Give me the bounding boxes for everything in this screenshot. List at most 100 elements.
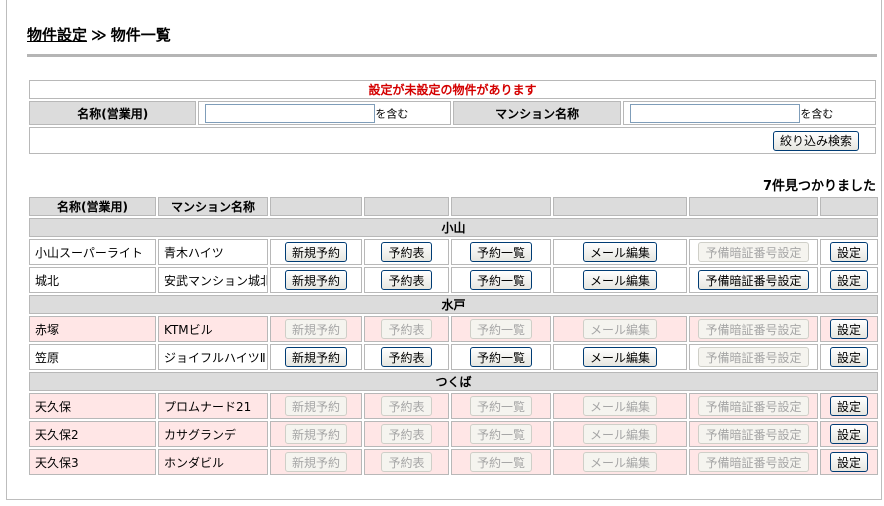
reservation-list-cell: 予約一覧 <box>451 239 551 265</box>
reservation-schedule-button: 予約表 <box>381 452 432 472</box>
table-row: 小山スーパーライト 青木ハイツ 新規予約 予約表 予約一覧 メール編集 予備暗証番号設定 設定 <box>29 239 878 265</box>
reservation-list-button[interactable]: 予約一覧 <box>469 347 532 367</box>
backup-pin-settings-cell: 予備暗証番号設定 <box>689 393 818 419</box>
reservation-schedule-cell: 予約表 <box>364 239 449 265</box>
filter-search-button[interactable]: 絞り込み検索 <box>772 130 859 151</box>
column-header-blank <box>820 197 878 216</box>
table-row: 赤塚 KTMビル 新規予約 予約表 予約一覧 メール編集 予備暗証番号設定 設定 <box>29 316 878 342</box>
backup-pin-settings-cell: 予備暗証番号設定 <box>689 344 818 370</box>
new-reservation-cell: 新規予約 <box>270 449 362 475</box>
settings-button[interactable]: 設定 <box>829 270 868 290</box>
reservation-schedule-cell: 予約表 <box>364 421 449 447</box>
new-reservation-cell: 新規予約 <box>270 267 362 293</box>
new-reservation-button[interactable]: 新規予約 <box>284 242 347 262</box>
settings-cell: 設定 <box>820 316 878 342</box>
reservation-list-button[interactable]: 予約一覧 <box>469 270 532 290</box>
settings-cell: 設定 <box>820 239 878 265</box>
mail-edit-button: メール編集 <box>582 319 657 339</box>
new-reservation-button: 新規予約 <box>284 396 347 416</box>
backup-pin-settings-cell: 予備暗証番号設定 <box>689 421 818 447</box>
breadcrumb: 物件設定 ≫ 物件一覧 <box>27 24 877 45</box>
mail-edit-cell: メール編集 <box>553 267 687 293</box>
mail-edit-button[interactable]: メール編集 <box>582 270 657 290</box>
mail-edit-button[interactable]: メール編集 <box>582 242 657 262</box>
new-reservation-cell: 新規予約 <box>270 421 362 447</box>
filter-name-label: 名称(営業用) <box>29 101 197 125</box>
filter-mansion-input[interactable] <box>630 103 801 123</box>
backup-pin-settings-cell: 予備暗証番号設定 <box>689 449 818 475</box>
table-row: 天久保 プロムナード21 新規予約 予約表 予約一覧 メール編集 予備暗証番号設定 設定 <box>29 393 878 419</box>
settings-cell: 設定 <box>820 421 878 447</box>
column-header-blank <box>270 197 362 216</box>
reservation-list-cell: 予約一覧 <box>451 316 551 342</box>
settings-button[interactable]: 設定 <box>829 242 868 262</box>
mail-edit-cell: メール編集 <box>553 344 687 370</box>
new-reservation-cell: 新規予約 <box>270 344 362 370</box>
settings-button[interactable]: 設定 <box>829 319 868 339</box>
mansion-name: カサグランデ <box>158 421 268 447</box>
page-title: 物件一覧 <box>110 26 171 44</box>
reservation-list-cell: 予約一覧 <box>451 449 551 475</box>
new-reservation-button[interactable]: 新規予約 <box>284 270 347 290</box>
backup-pin-settings-cell: 予備暗証番号設定 <box>689 239 818 265</box>
table-row: 天久保2 カサグランデ 新規予約 予約表 予約一覧 メール編集 予備暗証番号設定 設定 <box>29 421 878 447</box>
mail-edit-cell: メール編集 <box>553 449 687 475</box>
settings-button[interactable]: 設定 <box>829 396 868 416</box>
reservation-list-cell: 予約一覧 <box>451 421 551 447</box>
mail-edit-button: メール編集 <box>582 396 657 416</box>
page-header: 物件設定 ≫ 物件一覧 <box>27 24 877 57</box>
column-header-blank <box>553 197 687 216</box>
reservation-schedule-cell: 予約表 <box>364 267 449 293</box>
result-count: 7件見つかりました <box>762 179 876 194</box>
settings-button[interactable]: 設定 <box>829 452 868 472</box>
group-row: つくば <box>29 372 878 391</box>
backup-pin-settings-button: 予備暗証番号設定 <box>698 347 809 367</box>
reservation-list-button: 予約一覧 <box>469 319 532 339</box>
column-header-blank <box>689 197 818 216</box>
breadcrumb-separator: ≫ <box>91 26 107 44</box>
filter-name-cell: を含む <box>198 101 451 125</box>
breadcrumb-link-property-settings[interactable]: 物件設定 <box>27 26 87 44</box>
property-name: 天久保 <box>29 393 156 419</box>
column-header-name: 名称(営業用) <box>29 197 156 216</box>
settings-button[interactable]: 設定 <box>829 424 868 444</box>
mansion-name: 安武マンション城北 <box>158 267 268 293</box>
filter-mansion-cell: を含む <box>623 101 876 125</box>
settings-cell: 設定 <box>820 344 878 370</box>
mansion-name: ジョイフルハイツⅡ <box>158 344 268 370</box>
reservation-list-button[interactable]: 予約一覧 <box>469 242 532 262</box>
filter-button-row: 絞り込み検索 <box>29 127 876 154</box>
property-name: 城北 <box>29 267 156 293</box>
new-reservation-button: 新規予約 <box>284 424 347 444</box>
reservation-schedule-cell: 予約表 <box>364 393 449 419</box>
reservation-schedule-button[interactable]: 予約表 <box>381 270 432 290</box>
reservation-list-button: 予約一覧 <box>469 424 532 444</box>
new-reservation-cell: 新規予約 <box>270 316 362 342</box>
mail-edit-button: メール編集 <box>582 452 657 472</box>
mail-edit-button[interactable]: メール編集 <box>582 347 657 367</box>
settings-cell: 設定 <box>820 449 878 475</box>
reservation-schedule-button[interactable]: 予約表 <box>381 347 432 367</box>
filter-name-input[interactable] <box>205 103 376 123</box>
reservation-schedule-button: 予約表 <box>381 396 432 416</box>
property-name: 笠原 <box>29 344 156 370</box>
settings-cell: 設定 <box>820 393 878 419</box>
property-name: 小山スーパーライト <box>29 239 156 265</box>
mansion-name: KTMビル <box>158 316 268 342</box>
group-name: 小山 <box>29 218 878 237</box>
new-reservation-button: 新規予約 <box>284 319 347 339</box>
backup-pin-settings-cell: 予備暗証番号設定 <box>689 267 818 293</box>
group-row: 小山 <box>29 218 878 237</box>
column-header-blank <box>364 197 449 216</box>
settings-button[interactable]: 設定 <box>829 347 868 367</box>
reservation-list-button: 予約一覧 <box>469 396 532 416</box>
reservation-schedule-cell: 予約表 <box>364 344 449 370</box>
unset-warning-message: 設定が未設定の物件があります <box>29 80 876 99</box>
table-row: 天久保3 ホンダビル 新規予約 予約表 予約一覧 メール編集 予備暗証番号設定 設定 <box>29 449 878 475</box>
new-reservation-button[interactable]: 新規予約 <box>284 347 347 367</box>
table-header-row: 名称(営業用) マンション名称 <box>29 197 878 216</box>
backup-pin-settings-button[interactable]: 予備暗証番号設定 <box>698 270 809 290</box>
column-header-mansion: マンション名称 <box>158 197 268 216</box>
filter-mansion-suffix: を含む <box>800 107 834 120</box>
reservation-schedule-button[interactable]: 予約表 <box>381 242 432 262</box>
